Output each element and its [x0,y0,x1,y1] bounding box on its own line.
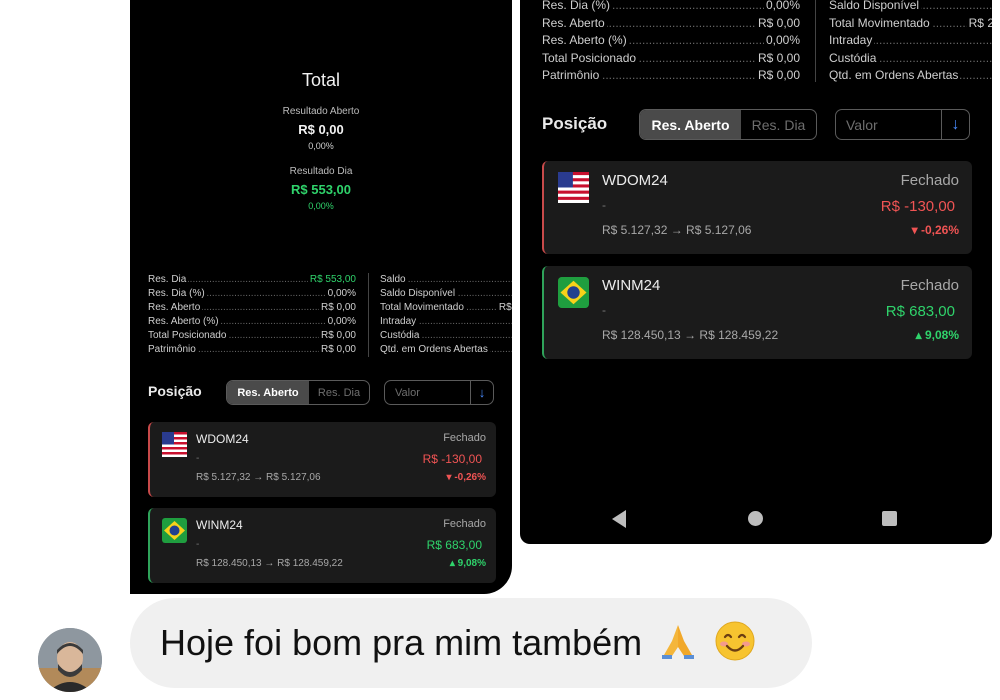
card-pnl: R$ 683,00 [885,303,955,320]
stat-row: ........................................… [380,288,512,299]
sort-select[interactable]: Valor ↓ [384,380,494,405]
stat-row: ........................................… [542,14,800,32]
brazil-flag-icon [162,518,187,543]
position-title: Posição [542,114,608,133]
card-status: Fechado [443,518,486,530]
card-pnl: R$ -130,00 [880,198,955,215]
day-result-value: R$ 553,00 [291,182,351,197]
card-dash: - [196,539,200,550]
stat-row: ........................................… [542,49,800,67]
us-flag-icon [162,432,187,457]
stat-row: ........................................… [829,0,992,12]
card-pct: ▾ -0,26% [911,223,959,237]
stat-row: ........................................… [380,301,512,315]
screenshot-right: ........................................… [520,0,992,544]
stat-row: ........................................… [380,274,512,285]
stat-row: ........................................… [148,343,356,357]
stat-row: ........................................… [148,273,356,287]
card-status: Fechado [443,432,486,444]
position-card-wdom24[interactable]: WDOM24 Fechado - R$ -130,00 R$ 5.127,32 … [148,422,496,497]
stats-right-column: ........................................… [380,273,512,357]
stat-row: ........................................… [380,316,512,327]
position-card-winm24[interactable]: WINM24 Fechado - R$ 683,00 R$ 128.450,13… [148,508,496,583]
stat-row: ........................................… [542,32,800,50]
stat-row: ........................................… [148,301,356,315]
message-text: Hoje foi bom pra mim também [160,620,756,671]
stat-row: ........................................… [829,33,992,47]
sort-direction-icon[interactable]: ↓ [470,381,493,404]
card-pct: ▴ 9,08% [915,328,959,342]
position-card-winm24[interactable]: WINM24 Fechado - R$ 683,00 R$ 128.450,13… [542,266,972,359]
recents-icon[interactable] [882,511,897,526]
stat-row: ........................................… [829,14,992,32]
sort-placeholder: Valor [846,116,878,133]
stat-row: ........................................… [542,0,800,15]
card-symbol: WINM24 [602,277,661,294]
sort-placeholder: Valor [395,386,420,399]
card-symbol: WDOM24 [602,172,668,189]
card-pnl: R$ -130,00 [422,452,482,466]
open-result-pct: 0,00% [308,141,334,151]
card-symbol: WINM24 [196,518,243,532]
tab-open-result[interactable]: Res. Aberto [640,110,741,139]
summary-title: Total [301,70,341,90]
position-title: Posição [148,383,202,399]
up-arrow-icon: ▴ [915,328,922,342]
card-dash: - [196,453,200,464]
card-status: Fechado [900,277,959,294]
day-result-label: Resultado Dia [289,166,353,177]
home-icon[interactable] [748,511,763,526]
android-navbar [520,500,992,536]
sort-select[interactable]: Valor ↓ [835,109,970,140]
down-arrow-icon: ▾ [446,472,452,483]
card-prices: R$ 128.450,13 → R$ 128.459,22 [602,328,779,342]
smiling-face-icon [714,620,756,671]
stat-row: ........................................… [380,344,512,355]
stat-row: ........................................… [542,67,800,85]
card-pnl: R$ 683,00 [426,538,482,552]
result-tabs: Res. Aberto Res. Dia [226,380,370,405]
us-flag-icon [558,172,589,203]
result-tabs: Res. Aberto Res. Dia [639,109,817,140]
tab-day-result[interactable]: Res. Dia [309,381,369,404]
stat-row: ........................................… [380,330,512,341]
tab-open-result[interactable]: Res. Aberto [227,381,309,404]
sort-direction-icon[interactable]: ↓ [941,110,969,139]
stat-row: ........................................… [829,50,992,65]
stat-row: ........................................… [148,315,356,329]
card-symbol: WDOM24 [196,432,249,446]
stat-row: ........................................… [148,329,356,343]
open-result-value: R$ 0,00 [298,122,344,137]
stats-left-column: ........................................… [542,0,800,85]
praying-hands-icon [658,621,698,670]
up-arrow-icon: ▴ [449,558,455,569]
stats-divider [368,273,369,357]
stat-row: ........................................… [148,287,356,301]
card-prices: R$ 128.450,13 → R$ 128.459,22 [196,558,343,569]
position-card-wdom24[interactable]: WDOM24 Fechado - R$ -130,00 R$ 5.127,32 … [542,161,972,254]
down-arrow-icon: ▾ [911,223,918,237]
stats-divider [815,0,816,82]
stats-right-column: ........................................… [829,0,992,85]
card-pct: ▴ 9,08% [449,558,486,569]
card-prices: R$ 5.127,32 → R$ 5.127,06 [602,223,752,237]
brazil-flag-icon [558,277,589,308]
back-icon[interactable] [612,510,626,528]
card-dash: - [602,198,606,212]
stats-left-column: ........................................… [148,273,356,357]
card-prices: R$ 5.127,32 → R$ 5.127,06 [196,472,321,483]
card-pct: ▾ -0,26% [446,472,487,483]
day-result-pct: 0,00% [308,201,334,211]
card-dash: - [602,303,606,317]
open-result-label: Resultado Aberto [282,106,360,117]
message-bubble[interactable]: Hoje foi bom pra mim também [130,598,812,688]
stat-row: ........................................… [829,68,992,82]
avatar[interactable] [38,628,102,692]
tab-day-result[interactable]: Res. Dia [741,110,816,139]
card-status: Fechado [900,172,959,189]
screenshot-left: Total Resultado Aberto R$ 0,00 0,00% Res… [130,0,512,594]
